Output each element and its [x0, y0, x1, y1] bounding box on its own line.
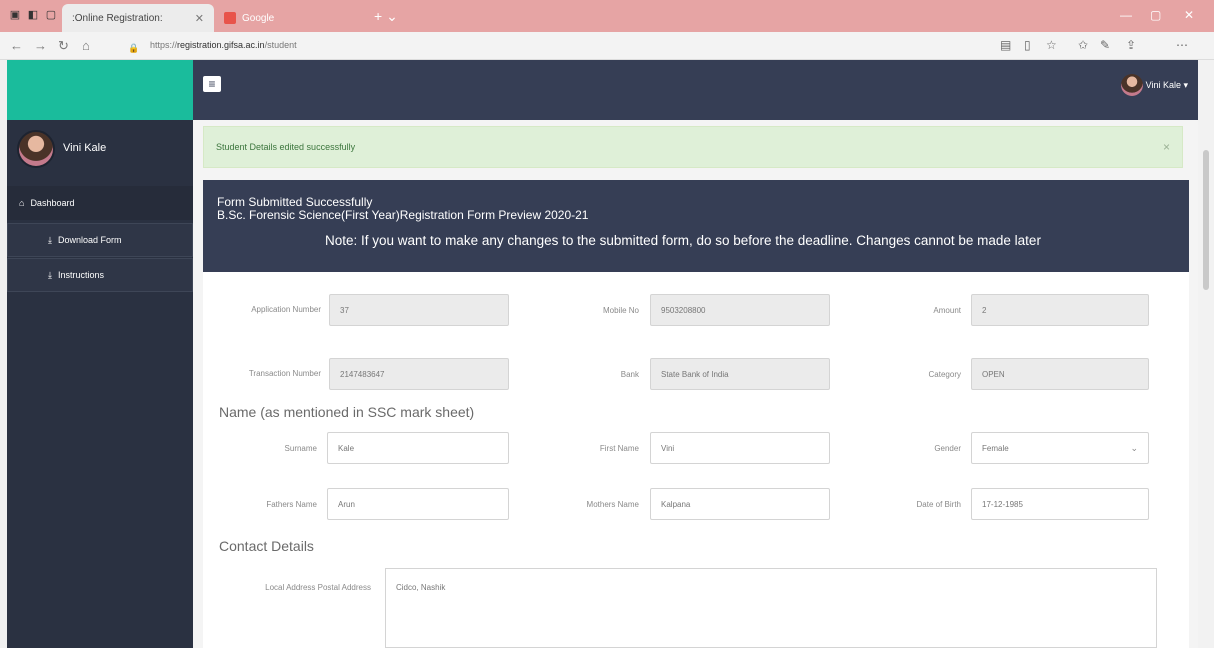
favorites-hub-icon[interactable]: ✩ — [1078, 38, 1088, 52]
success-alert: Student Details edited successfully × — [203, 126, 1183, 168]
sidebar-user-name: Vini Kale — [63, 142, 107, 154]
sidebar: Vini Kale ⌂ Dashboard ⤓ Download Form ⤓ … — [7, 120, 193, 648]
name-section-title: Name (as mentioned in SSC mark sheet) — [219, 404, 475, 420]
form-status-title: Form Submitted Successfully — [217, 195, 373, 209]
close-tab-icon[interactable]: ✕ — [195, 12, 204, 25]
deadline-note: Note: If you want to make any changes to… — [325, 233, 1041, 248]
date-of-birth-label: Date of Birth — [916, 500, 961, 509]
first-name-input[interactable]: Vini — [650, 432, 830, 464]
mothers-name-label: Mothers Name — [586, 500, 639, 509]
url-path: /student — [264, 40, 297, 50]
forward-icon[interactable]: → — [34, 39, 47, 53]
sidebar-item-label: Dashboard — [30, 198, 75, 208]
transaction-number-field: 2147483647 — [329, 358, 509, 390]
tab-actions-icon[interactable]: ▣ — [8, 9, 22, 21]
lock-icon: 🔒 — [128, 43, 140, 53]
application-number-field: 37 — [329, 294, 509, 326]
gender-select[interactable]: Female ⌄ — [971, 432, 1149, 464]
category-label: Category — [928, 370, 961, 379]
share-icon[interactable]: ⇪ — [1126, 38, 1136, 52]
mobile-no-label: Mobile No — [602, 306, 639, 315]
main-content: Student Details edited successfully × Fo… — [193, 120, 1198, 648]
alert-text: Student Details edited successfully — [216, 142, 356, 152]
home-icon: ⌂ — [19, 198, 25, 208]
bank-label: Bank — [620, 370, 639, 379]
url-prefix: https:// — [150, 40, 178, 50]
avatar — [17, 130, 55, 168]
browser-tab-registration[interactable]: :Online Registration: ✕ — [62, 4, 214, 32]
browser-tab-google[interactable]: Google — [214, 4, 362, 32]
fathers-name-input[interactable]: Arun — [327, 488, 509, 520]
menu-toggle-icon[interactable]: ≡ — [203, 76, 221, 92]
reading-view-icon[interactable]: ▤ — [1000, 38, 1011, 52]
application-number-label: Application Number — [251, 305, 321, 314]
refresh-icon[interactable]: ↻ — [58, 39, 69, 53]
sidebar-item-label: Download Form — [57, 235, 122, 245]
gender-selected-value: Female — [982, 443, 1009, 453]
favorite-star-icon[interactable]: ☆ — [1046, 38, 1057, 52]
avatar — [1120, 74, 1143, 96]
surname-input[interactable]: Kale — [327, 432, 509, 464]
user-dropdown-label: Vini Kale ▾ — [1145, 79, 1188, 90]
scrollbar-thumb[interactable] — [1203, 150, 1209, 290]
tab-preview-icon[interactable]: ▯ — [1024, 38, 1031, 52]
category-field: OPEN — [971, 358, 1149, 390]
address-bar: ← → ↻ ⌂ 🔒 https://registration.gifsa.ac.… — [0, 32, 1214, 60]
sidebar-item-instructions[interactable]: ⤓ Instructions — [7, 258, 193, 292]
mobile-no-field: 9503208800 — [650, 294, 830, 326]
bank-field: State Bank of India — [650, 358, 830, 390]
sidebar-item-dashboard[interactable]: ⌂ Dashboard — [7, 186, 193, 220]
sidebar-item-label: Instructions — [57, 270, 105, 280]
more-icon[interactable]: ⋯ — [1176, 38, 1188, 52]
minimize-icon[interactable]: — — [1120, 8, 1132, 22]
top-navbar: ≡ Vini Kale ▾ — [193, 60, 1198, 120]
form-panel-header: Form Submitted Successfully B.Sc. Forens… — [203, 180, 1189, 272]
transaction-number-label: Transaction Number — [248, 369, 321, 378]
sidebar-brand — [7, 60, 193, 120]
local-address-textarea[interactable]: Cidco, Nashik — [385, 568, 1157, 648]
google-favicon-icon — [224, 12, 236, 24]
first-name-label: First Name — [599, 444, 639, 453]
sidebar-item-download-form[interactable]: ⤓ Download Form — [7, 223, 193, 257]
close-icon[interactable]: × — [1163, 140, 1170, 154]
user-panel: Vini Kale — [7, 120, 193, 182]
new-tab-icon[interactable]: + ⌄ — [374, 8, 398, 25]
date-of-birth-input[interactable]: 17-12-1985 — [971, 488, 1149, 520]
browser-tab-bar: ▣ ◧ ▢ :Online Registration: ✕ Google + ⌄… — [0, 0, 1214, 32]
download-icon: ⤓ — [48, 234, 52, 245]
form-body: Application Number 37 Mobile No 95032088… — [203, 272, 1189, 648]
amount-label: Amount — [933, 306, 961, 315]
close-window-icon[interactable]: ✕ — [1184, 8, 1194, 22]
amount-field: 2 — [971, 294, 1149, 326]
fathers-name-label: Fathers Name — [266, 500, 317, 509]
user-dropdown[interactable]: Vini Kale ▾ — [1120, 74, 1188, 96]
tab-title: :Online Registration: — [72, 12, 163, 24]
url-domain: registration.gifsa.ac.in — [177, 40, 265, 50]
tab-back-icon[interactable]: ◧ — [26, 9, 40, 21]
local-address-label: Local Address Postal Address — [265, 583, 371, 592]
url-field[interactable]: https://registration.gifsa.ac.in/student — [150, 40, 297, 50]
page-scrollbar[interactable] — [1198, 60, 1214, 648]
tab-title: Google — [242, 12, 275, 24]
mothers-name-input[interactable]: Kalpana — [650, 488, 830, 520]
home-icon[interactable]: ⌂ — [82, 39, 90, 53]
pen-icon[interactable]: ✎ — [1100, 38, 1110, 52]
back-icon[interactable]: ← — [10, 39, 23, 53]
maximize-icon[interactable]: ▢ — [1150, 8, 1161, 22]
tab-list-icon[interactable]: ▢ — [44, 9, 58, 21]
gender-label: Gender — [934, 444, 961, 453]
download-icon: ⤓ — [48, 269, 52, 280]
surname-label: Surname — [284, 444, 317, 453]
form-preview-title: B.Sc. Forensic Science(First Year)Regist… — [217, 208, 589, 222]
contact-section-title: Contact Details — [219, 538, 314, 554]
chevron-down-icon: ⌄ — [1130, 442, 1138, 453]
